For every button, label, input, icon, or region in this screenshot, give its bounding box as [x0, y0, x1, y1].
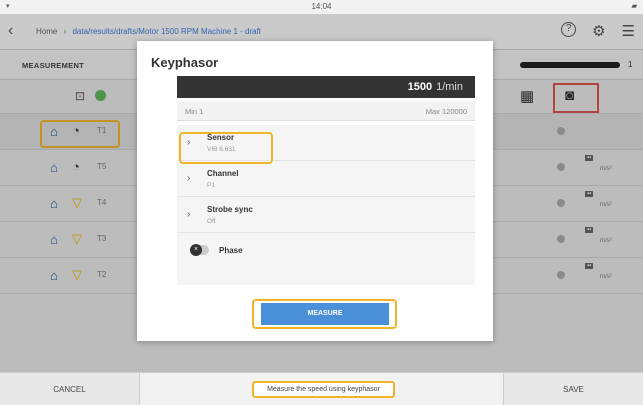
min-limit: Min 1 [185, 107, 204, 116]
keyphasor-dialog: Keyphasor 1500 1/min Min 1 Max 120000 › S… [137, 41, 493, 341]
list-item-strobe-sync[interactable]: › Strobe sync Off [177, 197, 475, 233]
speed-unit: 1/min [436, 81, 463, 93]
chevron-right-icon: › [187, 173, 191, 184]
phase-toggle[interactable]: × [190, 244, 209, 256]
item-name: Strobe sync [207, 205, 253, 214]
dialog-title: Keyphasor [151, 55, 219, 70]
list-item-phase: × Phase [177, 233, 475, 269]
list-item-channel[interactable]: › Channel P1 [177, 161, 475, 197]
sensor-highlight [179, 132, 273, 164]
item-value: P1 [207, 182, 215, 189]
status-bar: ▾ 14:04 ▰ [0, 0, 643, 14]
item-value: Off [207, 218, 216, 225]
chevron-right-icon: › [187, 209, 191, 220]
speed-value-field[interactable]: 1500 1/min [177, 76, 475, 98]
max-limit: Max 120000 [425, 107, 467, 116]
phase-label: Phase [219, 246, 243, 255]
measure-highlight [252, 299, 397, 329]
bottom-bar: CANCEL Measure the speed using keyphasor… [0, 372, 643, 405]
close-icon: × [190, 244, 202, 256]
speed-value: 1500 [407, 81, 433, 93]
hint-text: Measure the speed using keyphasor [252, 381, 395, 398]
cancel-button[interactable]: CANCEL [0, 373, 140, 405]
clock: 14:04 [311, 2, 332, 11]
battery-icon: ▰ [631, 3, 637, 10]
item-name: Channel [207, 169, 239, 178]
limits-row: Min 1 Max 120000 [177, 101, 475, 121]
save-button[interactable]: SAVE [503, 373, 643, 405]
